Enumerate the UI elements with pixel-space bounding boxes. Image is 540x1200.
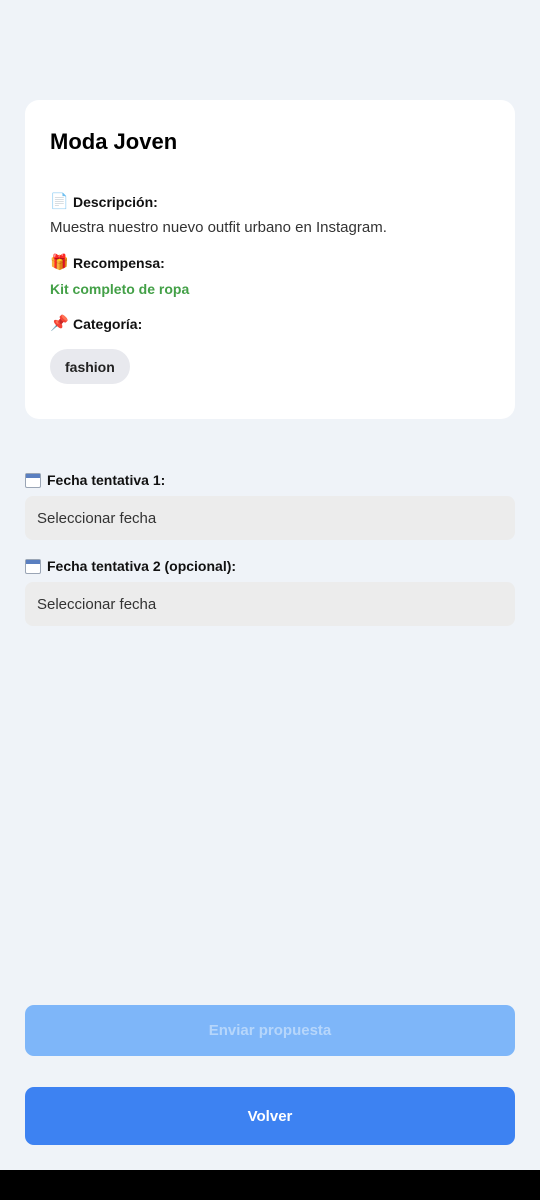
reward-text: Kit completo de ropa [50, 281, 190, 297]
gift-icon: 🎁 [50, 254, 69, 271]
date1-label: Fecha tentativa 1: [47, 472, 166, 488]
date1-label-row: Fecha tentativa 1: [25, 471, 165, 489]
category-label-row: 📌 Categoría: [50, 315, 142, 333]
reward-label-row: 🎁 Recompensa: [50, 254, 165, 272]
back-button[interactable]: Volver [25, 1087, 515, 1145]
description-text: Muestra nuestro nuevo outfit urbano en I… [50, 219, 387, 236]
pushpin-icon: 📌 [50, 315, 69, 332]
submit-proposal-button[interactable]: Enviar propuesta [25, 1005, 515, 1056]
calendar-icon [25, 558, 41, 574]
date2-label-row: Fecha tentativa 2 (opcional): [25, 557, 236, 575]
campaign-title: Moda Joven [50, 129, 178, 154]
document-icon: 📄 [50, 193, 69, 210]
system-navigation-bar [0, 1170, 540, 1200]
reward-label: Recompensa: [73, 255, 165, 271]
category-chip: fashion [50, 349, 130, 384]
date2-input[interactable]: Seleccionar fecha [25, 582, 515, 626]
description-label-row: 📄 Descripción: [50, 193, 158, 211]
description-label: Descripción: [73, 194, 158, 210]
date2-label: Fecha tentativa 2 (opcional): [47, 558, 237, 574]
category-label: Categoría: [73, 316, 143, 332]
date1-input[interactable]: Seleccionar fecha [25, 496, 515, 540]
calendar-icon [25, 472, 41, 488]
